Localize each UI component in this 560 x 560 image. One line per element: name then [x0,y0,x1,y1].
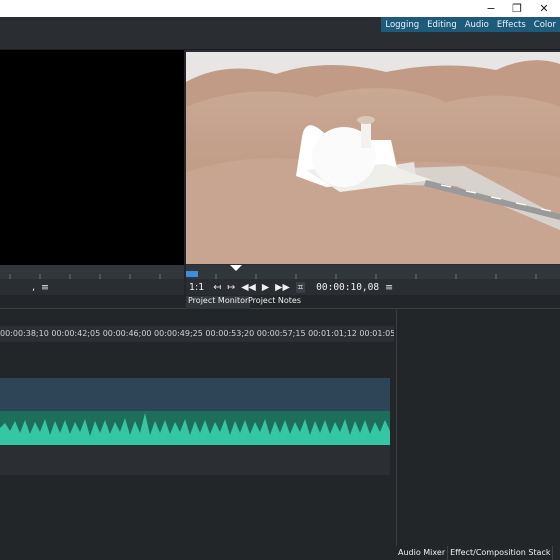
layout-color[interactable]: Color [530,20,560,30]
project-monitor-ruler[interactable] [186,265,560,279]
audio-mixer-panel [396,310,560,546]
audio-waveform [0,413,390,445]
monitor-menu-icon[interactable]: ≡ [385,282,393,293]
project-monitor-controls: 1:1 ↤ ↦ ◀◀ ▶ ▶▶ ⌗ 00:00:10,08 ≡ [186,279,560,295]
maximize-icon[interactable]: ❐ [503,0,531,17]
video-track-clip[interactable] [0,378,390,411]
clip-monitor-separator: , [32,281,36,293]
clip-monitor-menu-icon[interactable]: ≡ [41,282,49,293]
layout-audio[interactable]: Audio [461,20,493,30]
play-icon[interactable]: ▶ [262,282,269,293]
empty-track[interactable] [0,445,390,475]
layout-logging[interactable]: Logging [381,20,423,30]
bottom-tabbar: Audio Mixer Effect/Composition Stack [396,546,560,560]
rewind-icon[interactable]: ◀◀ [241,282,256,293]
crop-icon[interactable]: ⌗ [295,281,306,293]
layout-effects[interactable]: Effects [493,20,530,30]
clip-monitor-ruler[interactable] [0,265,184,279]
clip-monitor-controls: , ≡ [0,279,184,295]
project-monitor-view[interactable] [186,52,560,264]
close-icon[interactable]: ✕ [530,0,558,17]
tab-audio-mixer[interactable]: Audio Mixer [396,546,449,560]
minimize-icon[interactable]: − [477,0,505,17]
window-titlebar: − ❐ ✕ [0,0,560,17]
tab-effect-composition-stack[interactable]: Effect/Composition Stack [448,546,554,560]
audio-track-clip[interactable] [0,411,390,445]
set-in-icon[interactable]: ↤ [213,282,221,293]
forward-icon[interactable]: ▶▶ [275,282,290,293]
timeline-ruler[interactable]: 00:00:38;10 00:00:42;05 00:00:46;00 00:0… [0,326,394,342]
zoom-select[interactable]: 1:1 [189,282,204,293]
layout-editing[interactable]: Editing [423,20,461,30]
timecode-display[interactable]: 00:00:10,08 [316,282,379,293]
layout-switcher: Logging Editing Audio Effects Color [381,17,560,32]
set-out-icon[interactable]: ↦ [227,282,235,293]
tab-project-monitor[interactable]: Project Monitor [186,296,251,309]
tab-project-notes[interactable]: Project Notes [246,296,303,309]
clip-monitor-view[interactable] [0,50,184,265]
